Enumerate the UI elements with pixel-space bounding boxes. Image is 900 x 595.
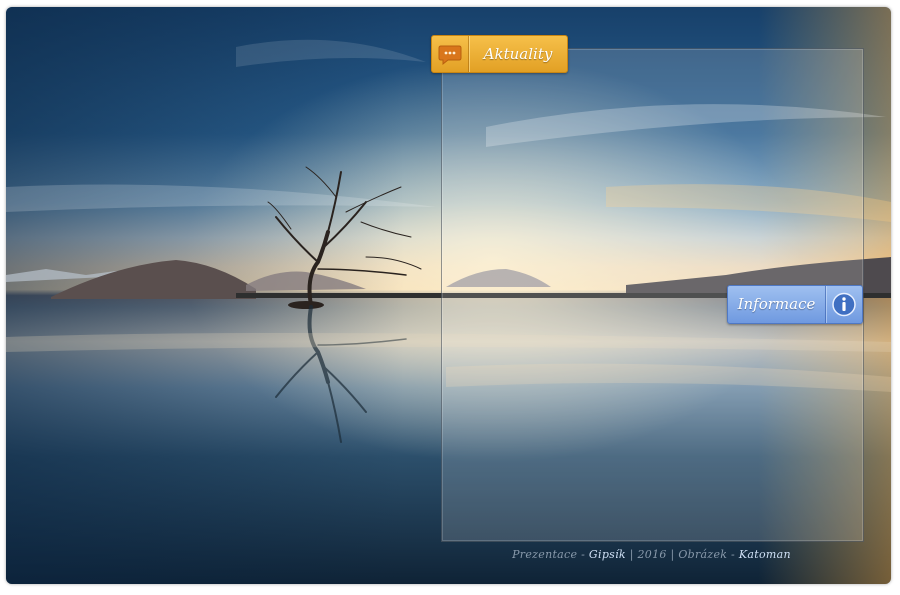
- image-label: Obrázek: [678, 548, 728, 561]
- news-tab-label: Aktuality: [483, 45, 553, 63]
- info-tab-label: Informace: [737, 295, 816, 313]
- credits-footer: Prezentace - Gipsík | 2016 | Obrázek - K…: [441, 548, 862, 561]
- photographer-link[interactable]: Katoman: [739, 548, 791, 561]
- author-link[interactable]: Gipsík: [589, 548, 626, 561]
- info-tab-button[interactable]: Informace: [727, 285, 863, 324]
- speech-bubble-icon: [432, 36, 469, 72]
- news-tab-button[interactable]: Aktuality: [431, 35, 568, 73]
- info-icon: [825, 286, 862, 323]
- credits-prefix: Prezentace -: [512, 548, 589, 561]
- credits-separator-2: -: [727, 548, 739, 561]
- credits-separator: | 2016 |: [625, 548, 679, 561]
